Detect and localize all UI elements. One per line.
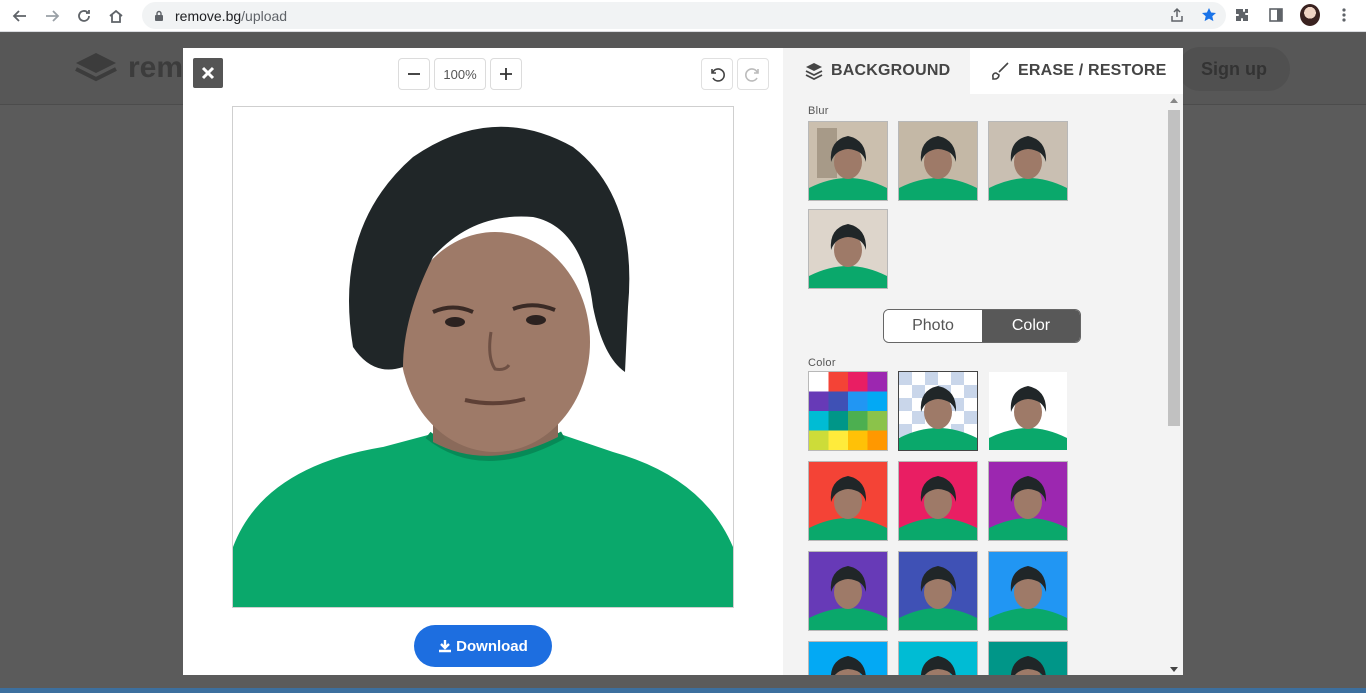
menu-kebab-icon[interactable] <box>1334 4 1354 26</box>
blur-option-thumbnail[interactable] <box>808 121 888 201</box>
bookmark-star-icon[interactable] <box>1200 6 1218 24</box>
side-panel-icon[interactable] <box>1266 4 1286 26</box>
panel-tabs: BACKGROUND ERASE / RESTORE <box>783 48 1183 94</box>
editor-modal: 100% Download BACKGROUND ERASE / RESTORE… <box>183 48 1183 675</box>
toggle-photo[interactable]: Photo <box>884 310 982 342</box>
url-text: remove.bg/upload <box>175 7 288 24</box>
redo-icon <box>745 68 759 82</box>
browser-toolbar: remove.bg/upload <box>0 0 1366 32</box>
zoom-out-button[interactable] <box>398 58 430 90</box>
white-bg-option[interactable] <box>988 371 1068 451</box>
taskbar-strip <box>0 688 1366 693</box>
panel-scroll-area: Blur Photo Color Color <box>783 94 1183 675</box>
background-panel: BACKGROUND ERASE / RESTORE Blur Photo Co… <box>783 48 1183 675</box>
color-option-light-blue[interactable] <box>808 641 888 675</box>
tab-background[interactable]: BACKGROUND <box>783 48 970 94</box>
site-logo[interactable]: rem <box>74 51 183 85</box>
image-canvas[interactable] <box>232 106 734 608</box>
download-icon <box>439 640 452 653</box>
color-option-indigo[interactable] <box>898 551 978 631</box>
zoom-in-button[interactable] <box>490 58 522 90</box>
logo-layers-icon <box>75 53 117 82</box>
tab-erase-restore[interactable]: ERASE / RESTORE <box>970 48 1183 94</box>
history-controls <box>701 58 769 90</box>
lock-icon <box>155 10 163 21</box>
address-bar[interactable]: remove.bg/upload <box>142 2 1226 29</box>
toggle-color[interactable]: Color <box>982 310 1080 342</box>
blur-section-label: Blur <box>808 105 829 117</box>
scroll-down-icon[interactable] <box>1170 667 1178 672</box>
zoom-controls: 100% <box>398 58 522 90</box>
zoom-level: 100% <box>434 58 486 90</box>
scrollbar-thumb[interactable] <box>1168 110 1180 426</box>
color-option-pink[interactable] <box>898 461 978 541</box>
undo-button[interactable] <box>701 58 733 90</box>
undo-icon <box>711 68 725 82</box>
portrait-image <box>233 107 733 607</box>
download-label: Download <box>456 637 528 655</box>
close-button[interactable] <box>193 58 223 88</box>
layers-icon <box>805 63 823 80</box>
color-option-purple[interactable] <box>988 461 1068 541</box>
color-palette-picker[interactable] <box>808 371 888 451</box>
blur-option-thumbnail[interactable] <box>988 121 1068 201</box>
color-option-cyan[interactable] <box>898 641 978 675</box>
home-icon[interactable] <box>104 4 128 28</box>
minus-icon <box>408 73 420 75</box>
color-option-deep-purple[interactable] <box>808 551 888 631</box>
tab-erase-restore-label: ERASE / RESTORE <box>1018 62 1167 79</box>
color-option-red[interactable] <box>808 461 888 541</box>
blur-option-thumbnail[interactable] <box>898 121 978 201</box>
share-icon[interactable] <box>1168 6 1186 24</box>
back-icon[interactable] <box>8 4 32 28</box>
photo-color-toggle: Photo Color <box>883 309 1081 343</box>
brush-icon <box>992 62 1009 80</box>
plus-icon <box>500 68 512 80</box>
color-option-blue[interactable] <box>988 551 1068 631</box>
download-button[interactable]: Download <box>414 625 552 667</box>
color-option-teal[interactable] <box>988 641 1068 675</box>
forward-icon[interactable] <box>40 4 64 28</box>
extensions-icon[interactable] <box>1232 4 1252 26</box>
profile-avatar[interactable] <box>1300 4 1320 26</box>
scroll-up-icon[interactable] <box>1170 98 1178 103</box>
blur-option-thumbnail[interactable] <box>808 209 888 289</box>
close-icon <box>201 66 215 80</box>
redo-button[interactable] <box>737 58 769 90</box>
tab-background-label: BACKGROUND <box>831 62 951 79</box>
transparent-option[interactable] <box>898 371 978 451</box>
signup-button[interactable]: Sign up <box>1178 47 1290 91</box>
panel-scrollbar[interactable] <box>1167 98 1181 675</box>
color-section-label: Color <box>808 357 836 369</box>
reload-icon[interactable] <box>72 4 96 28</box>
